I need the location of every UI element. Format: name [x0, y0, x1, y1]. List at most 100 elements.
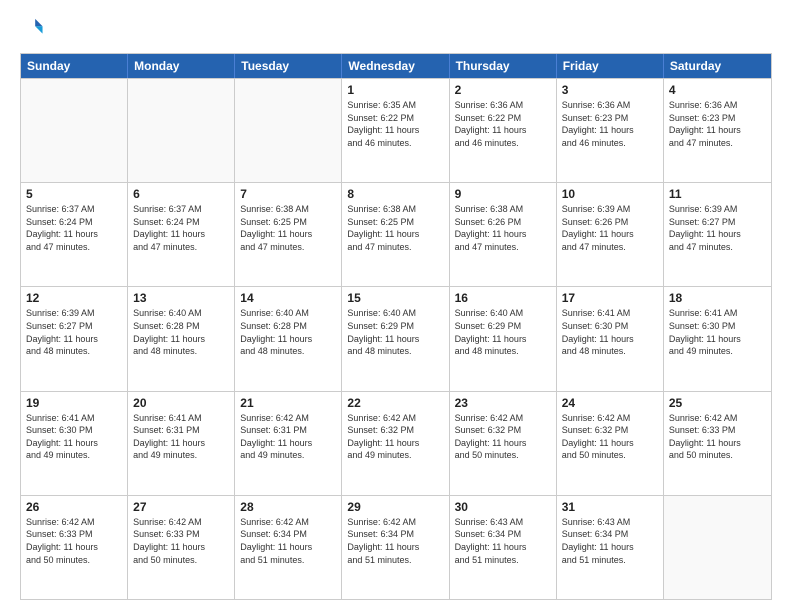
day-info: Sunrise: 6:42 AMSunset: 6:32 PMDaylight:…: [455, 412, 551, 462]
weekday-header-wednesday: Wednesday: [342, 54, 449, 78]
day-info: Sunrise: 6:40 AMSunset: 6:28 PMDaylight:…: [240, 307, 336, 357]
cal-cell: 6 Sunrise: 6:37 AMSunset: 6:24 PMDaylight…: [128, 183, 235, 286]
day-info: Sunrise: 6:38 AMSunset: 6:25 PMDaylight:…: [240, 203, 336, 253]
cal-cell: 22 Sunrise: 6:42 AMSunset: 6:32 PMDayligh…: [342, 392, 449, 495]
cal-cell: 16 Sunrise: 6:40 AMSunset: 6:29 PMDayligh…: [450, 287, 557, 390]
day-info: Sunrise: 6:35 AMSunset: 6:22 PMDaylight:…: [347, 99, 443, 149]
day-number: 15: [347, 291, 443, 305]
day-number: 19: [26, 396, 122, 410]
day-info: Sunrise: 6:39 AMSunset: 6:26 PMDaylight:…: [562, 203, 658, 253]
week-row-2: 5 Sunrise: 6:37 AMSunset: 6:24 PMDaylight…: [21, 182, 771, 286]
day-info: Sunrise: 6:37 AMSunset: 6:24 PMDaylight:…: [133, 203, 229, 253]
cal-cell: [235, 79, 342, 182]
day-info: Sunrise: 6:42 AMSunset: 6:34 PMDaylight:…: [240, 516, 336, 566]
day-info: Sunrise: 6:40 AMSunset: 6:29 PMDaylight:…: [347, 307, 443, 357]
day-number: 3: [562, 83, 658, 97]
cal-cell: 14 Sunrise: 6:40 AMSunset: 6:28 PMDayligh…: [235, 287, 342, 390]
cal-cell: 2Sunrise: 6:36 AMSunset: 6:22 PMDaylight…: [450, 79, 557, 182]
day-number: 31: [562, 500, 658, 514]
day-number: 7: [240, 187, 336, 201]
weekday-header-sunday: Sunday: [21, 54, 128, 78]
header: [20, 16, 772, 43]
day-info: Sunrise: 6:39 AMSunset: 6:27 PMDaylight:…: [669, 203, 766, 253]
day-number: 29: [347, 500, 443, 514]
cal-cell: 17Sunrise: 6:41 AMSunset: 6:30 PMDayligh…: [557, 287, 664, 390]
day-number: 27: [133, 500, 229, 514]
day-number: 11: [669, 187, 766, 201]
calendar: SundayMondayTuesdayWednesdayThursdayFrid…: [20, 53, 772, 600]
day-number: 18: [669, 291, 766, 305]
day-number: 1: [347, 83, 443, 97]
day-number: 24: [562, 396, 658, 410]
day-number: 8: [347, 187, 443, 201]
day-number: 30: [455, 500, 551, 514]
day-number: 28: [240, 500, 336, 514]
cal-cell: 3Sunrise: 6:36 AMSunset: 6:23 PMDaylight…: [557, 79, 664, 182]
day-number: 20: [133, 396, 229, 410]
day-number: 12: [26, 291, 122, 305]
cal-cell: 4Sunrise: 6:36 AMSunset: 6:23 PMDaylight…: [664, 79, 771, 182]
cal-cell: 5 Sunrise: 6:37 AMSunset: 6:24 PMDaylight…: [21, 183, 128, 286]
day-number: 21: [240, 396, 336, 410]
day-number: 14: [240, 291, 336, 305]
cal-cell: 15 Sunrise: 6:40 AMSunset: 6:29 PMDayligh…: [342, 287, 449, 390]
day-info: Sunrise: 6:42 AMSunset: 6:34 PMDaylight:…: [347, 516, 443, 566]
calendar-header: SundayMondayTuesdayWednesdayThursdayFrid…: [21, 54, 771, 78]
day-number: 5: [26, 187, 122, 201]
logo-icon: [22, 16, 44, 38]
cal-cell: 25Sunrise: 6:42 AMSunset: 6:33 PMDayligh…: [664, 392, 771, 495]
cal-cell: 12 Sunrise: 6:39 AMSunset: 6:27 PMDayligh…: [21, 287, 128, 390]
day-info: Sunrise: 6:40 AMSunset: 6:29 PMDaylight:…: [455, 307, 551, 357]
cal-cell: [21, 79, 128, 182]
day-number: 22: [347, 396, 443, 410]
day-info: Sunrise: 6:36 AMSunset: 6:22 PMDaylight:…: [455, 99, 551, 149]
day-number: 9: [455, 187, 551, 201]
cal-cell: 18 Sunrise: 6:41 AMSunset: 6:30 PMDayligh…: [664, 287, 771, 390]
day-number: 25: [669, 396, 766, 410]
day-info: Sunrise: 6:38 AMSunset: 6:26 PMDaylight:…: [455, 203, 551, 253]
cal-cell: 29 Sunrise: 6:42 AMSunset: 6:34 PMDayligh…: [342, 496, 449, 599]
day-number: 26: [26, 500, 122, 514]
day-info: Sunrise: 6:36 AMSunset: 6:23 PMDaylight:…: [669, 99, 766, 149]
cal-cell: 9 Sunrise: 6:38 AMSunset: 6:26 PMDaylight…: [450, 183, 557, 286]
day-info: Sunrise: 6:39 AMSunset: 6:27 PMDaylight:…: [26, 307, 122, 357]
weekday-header-thursday: Thursday: [450, 54, 557, 78]
day-info: Sunrise: 6:42 AMSunset: 6:33 PMDaylight:…: [26, 516, 122, 566]
day-info: Sunrise: 6:43 AMSunset: 6:34 PMDaylight:…: [562, 516, 658, 566]
day-number: 16: [455, 291, 551, 305]
cal-cell: 30Sunrise: 6:43 AMSunset: 6:34 PMDayligh…: [450, 496, 557, 599]
cal-cell: 26 Sunrise: 6:42 AMSunset: 6:33 PMDayligh…: [21, 496, 128, 599]
day-info: Sunrise: 6:41 AMSunset: 6:30 PMDaylight:…: [26, 412, 122, 462]
week-row-1: 1 Sunrise: 6:35 AMSunset: 6:22 PMDaylight…: [21, 78, 771, 182]
day-number: 10: [562, 187, 658, 201]
day-info: Sunrise: 6:42 AMSunset: 6:31 PMDaylight:…: [240, 412, 336, 462]
day-info: Sunrise: 6:42 AMSunset: 6:33 PMDaylight:…: [133, 516, 229, 566]
cal-cell: 10 Sunrise: 6:39 AMSunset: 6:26 PMDayligh…: [557, 183, 664, 286]
day-info: Sunrise: 6:41 AMSunset: 6:30 PMDaylight:…: [562, 307, 658, 357]
day-number: 13: [133, 291, 229, 305]
day-info: Sunrise: 6:42 AMSunset: 6:32 PMDaylight:…: [562, 412, 658, 462]
day-info: Sunrise: 6:41 AMSunset: 6:31 PMDaylight:…: [133, 412, 229, 462]
weekday-header-saturday: Saturday: [664, 54, 771, 78]
week-row-4: 19 Sunrise: 6:41 AMSunset: 6:30 PMDayligh…: [21, 391, 771, 495]
cal-cell: 31 Sunrise: 6:43 AMSunset: 6:34 PMDayligh…: [557, 496, 664, 599]
day-info: Sunrise: 6:40 AMSunset: 6:28 PMDaylight:…: [133, 307, 229, 357]
cal-cell: [128, 79, 235, 182]
day-info: Sunrise: 6:38 AMSunset: 6:25 PMDaylight:…: [347, 203, 443, 253]
day-info: Sunrise: 6:42 AMSunset: 6:32 PMDaylight:…: [347, 412, 443, 462]
week-row-3: 12 Sunrise: 6:39 AMSunset: 6:27 PMDayligh…: [21, 286, 771, 390]
calendar-body: 1 Sunrise: 6:35 AMSunset: 6:22 PMDaylight…: [21, 78, 771, 599]
cal-cell: 27 Sunrise: 6:42 AMSunset: 6:33 PMDayligh…: [128, 496, 235, 599]
cal-cell: 24 Sunrise: 6:42 AMSunset: 6:32 PMDayligh…: [557, 392, 664, 495]
day-info: Sunrise: 6:41 AMSunset: 6:30 PMDaylight:…: [669, 307, 766, 357]
cal-cell: 19 Sunrise: 6:41 AMSunset: 6:30 PMDayligh…: [21, 392, 128, 495]
cal-cell: 20 Sunrise: 6:41 AMSunset: 6:31 PMDayligh…: [128, 392, 235, 495]
day-number: 6: [133, 187, 229, 201]
day-info: Sunrise: 6:37 AMSunset: 6:24 PMDaylight:…: [26, 203, 122, 253]
weekday-header-tuesday: Tuesday: [235, 54, 342, 78]
cal-cell: 23Sunrise: 6:42 AMSunset: 6:32 PMDayligh…: [450, 392, 557, 495]
page: SundayMondayTuesdayWednesdayThursdayFrid…: [0, 0, 792, 612]
week-row-5: 26 Sunrise: 6:42 AMSunset: 6:33 PMDayligh…: [21, 495, 771, 599]
cal-cell: 1 Sunrise: 6:35 AMSunset: 6:22 PMDaylight…: [342, 79, 449, 182]
cal-cell: 7 Sunrise: 6:38 AMSunset: 6:25 PMDaylight…: [235, 183, 342, 286]
